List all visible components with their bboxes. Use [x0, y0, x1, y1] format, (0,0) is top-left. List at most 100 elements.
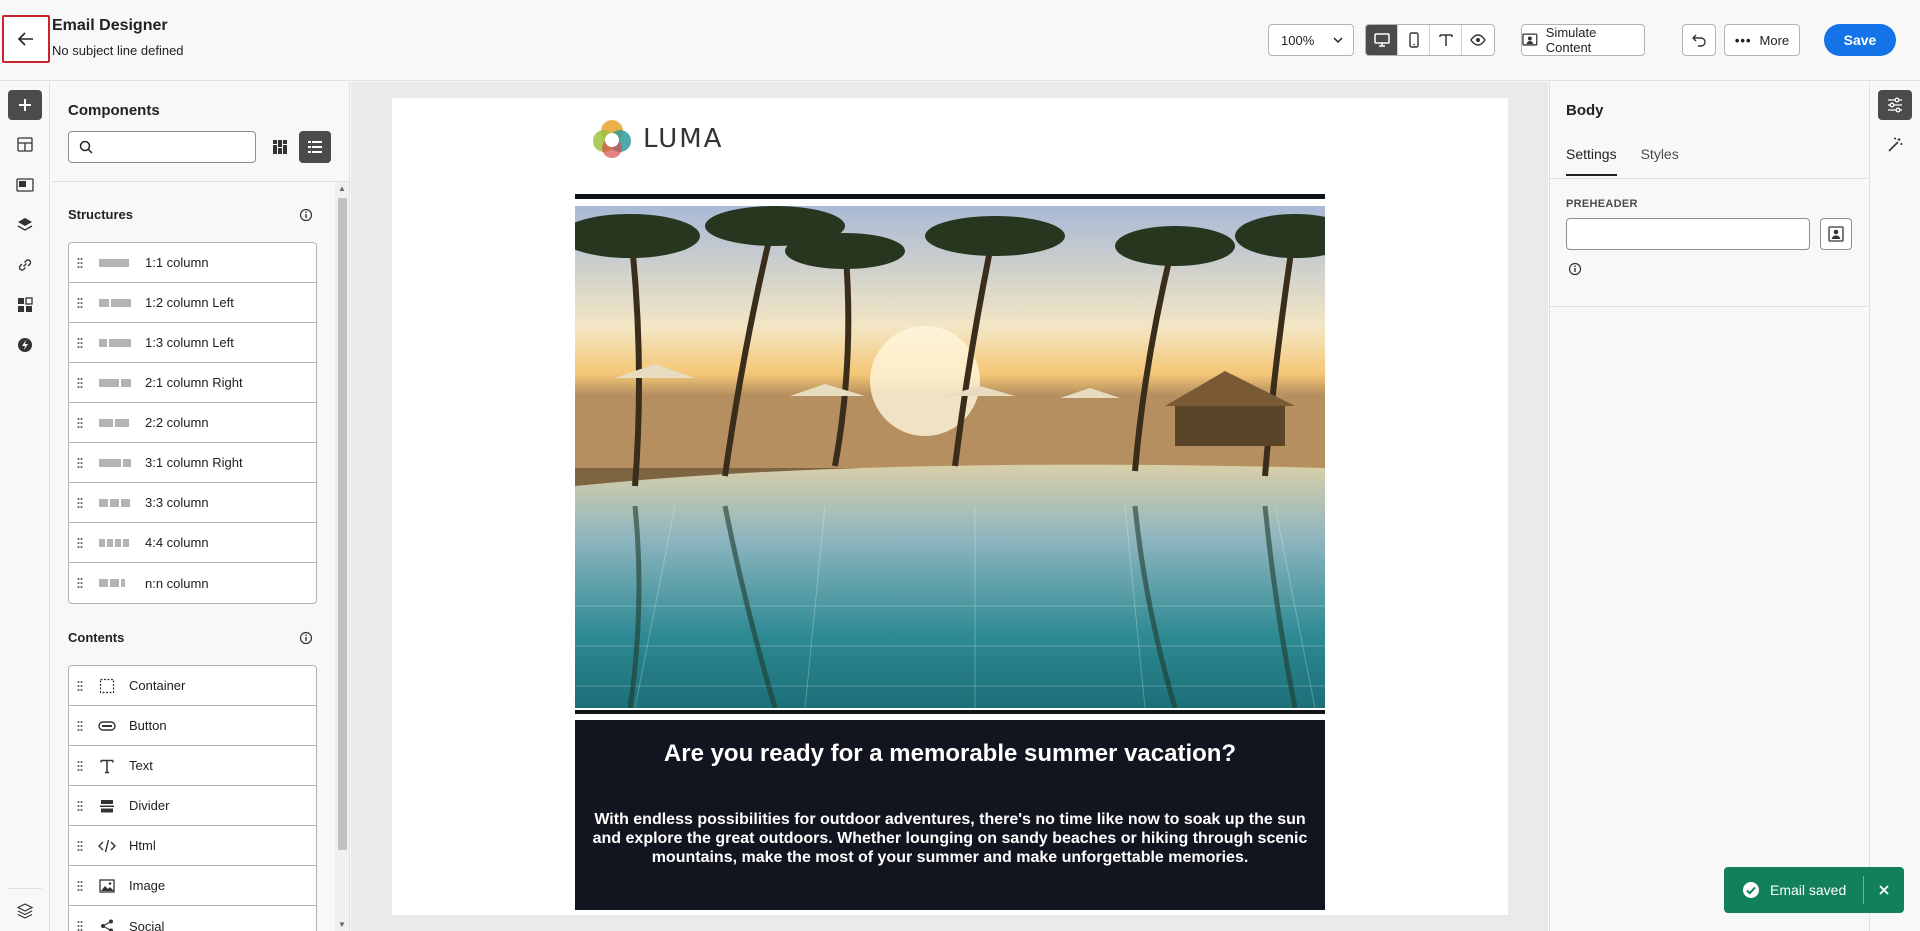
structure-item[interactable]: n:n column	[69, 563, 316, 603]
content-item[interactable]: Container	[69, 666, 316, 706]
left-rail	[0, 82, 50, 931]
components-panel: Components Structures 1:1 column 1:2 colu…	[51, 82, 350, 931]
scroll-down-arrow[interactable]: ▼	[338, 920, 346, 929]
zoom-select[interactable]: 100%	[1268, 24, 1354, 56]
drag-handle-icon[interactable]	[69, 840, 91, 852]
back-button[interactable]	[2, 15, 50, 63]
drag-handle-icon[interactable]	[69, 880, 91, 892]
sliders-icon	[1888, 97, 1902, 113]
assets-button[interactable]	[8, 170, 42, 200]
undo-button[interactable]	[1682, 24, 1716, 56]
fragments-button[interactable]	[8, 130, 42, 160]
checkmark-circle-icon	[1743, 882, 1759, 898]
drag-handle-icon[interactable]	[69, 760, 91, 772]
drag-handle-icon[interactable]	[69, 257, 91, 269]
email-body-text[interactable]: With endless possibilities for outdoor a…	[589, 810, 1311, 867]
more-button[interactable]: ••• More	[1724, 24, 1800, 56]
toast-close-button[interactable]	[1864, 884, 1904, 896]
structure-item[interactable]: 2:2 column	[69, 403, 316, 443]
structure-item[interactable]: 2:1 column Right	[69, 363, 316, 403]
info-icon[interactable]	[299, 208, 313, 222]
components-scrollbar[interactable]: ▲ ▼	[335, 182, 349, 931]
components-library-button[interactable]	[8, 290, 42, 320]
ai-assistant-button[interactable]	[1878, 130, 1912, 160]
structure-item[interactable]: 1:1 column	[69, 243, 316, 283]
layers-button[interactable]	[8, 210, 42, 240]
text-icon	[1438, 34, 1453, 46]
content-label: Html	[129, 838, 156, 853]
structure-item[interactable]: 4:4 column	[69, 523, 316, 563]
tab-settings[interactable]: Settings	[1566, 146, 1617, 176]
drag-handle-icon[interactable]	[69, 800, 91, 812]
structure-thumbnail	[99, 579, 135, 587]
drag-handle-icon[interactable]	[69, 297, 91, 309]
drag-handle-icon[interactable]	[69, 497, 91, 509]
structure-label: 4:4 column	[145, 535, 209, 550]
components-search-input[interactable]	[68, 131, 256, 163]
preheader-input[interactable]	[1566, 218, 1810, 250]
tab-styles[interactable]: Styles	[1641, 146, 1679, 176]
structure-item[interactable]: 3:1 column Right	[69, 443, 316, 483]
section-divider	[1550, 306, 1870, 307]
drag-handle-icon[interactable]	[69, 377, 91, 389]
info-icon[interactable]	[1568, 262, 1582, 276]
fragments-icon	[17, 137, 33, 152]
text-icon	[97, 756, 117, 776]
link-icon	[18, 259, 32, 271]
info-icon[interactable]	[299, 631, 313, 645]
text-view-button[interactable]	[1430, 25, 1462, 55]
tabs-divider	[1550, 178, 1870, 179]
structure-thumbnail	[99, 258, 135, 267]
social-icon	[97, 916, 117, 931]
hero-image[interactable]	[575, 206, 1325, 708]
navigation-tree-button[interactable]	[8, 896, 42, 926]
drag-handle-icon[interactable]	[69, 720, 91, 732]
simulate-content-button[interactable]: Simulate Content	[1521, 24, 1645, 56]
drag-handle-icon[interactable]	[69, 337, 91, 349]
properties-tabs: Settings Styles	[1566, 146, 1679, 176]
structure-thumbnail	[99, 298, 135, 307]
promo-text-block[interactable]: Are you ready for a memorable summer vac…	[575, 720, 1325, 910]
drag-handle-icon[interactable]	[69, 577, 91, 589]
mobile-view-button[interactable]	[1398, 25, 1430, 55]
grid-icon	[18, 297, 33, 312]
structure-item[interactable]: 1:2 column Left	[69, 283, 316, 323]
drag-handle-icon[interactable]	[69, 417, 91, 429]
drag-handle-icon[interactable]	[69, 680, 91, 692]
content-item[interactable]: Divider	[69, 786, 316, 826]
content-item[interactable]: Image	[69, 866, 316, 906]
structures-title: Structures	[68, 207, 134, 222]
structure-item[interactable]: 3:3 column	[69, 483, 316, 523]
email-body[interactable]: LUMA Are you ready for a memorable summe…	[392, 98, 1508, 915]
drag-handle-icon[interactable]	[69, 920, 91, 931]
content-item[interactable]: Button	[69, 706, 316, 746]
personalization-button[interactable]	[1820, 218, 1852, 250]
desktop-view-button[interactable]	[1366, 25, 1398, 55]
drag-handle-icon[interactable]	[69, 537, 91, 549]
zoom-value: 100%	[1281, 32, 1315, 48]
content-label: Divider	[129, 798, 170, 813]
content-item[interactable]: Text	[69, 746, 316, 786]
preview-button[interactable]	[1462, 25, 1494, 55]
scrollbar-thumb[interactable]	[338, 198, 347, 850]
email-headline[interactable]: Are you ready for a memorable summer vac…	[575, 740, 1325, 768]
drag-handle-icon[interactable]	[69, 457, 91, 469]
save-button[interactable]: Save	[1824, 24, 1896, 56]
dynamic-content-button[interactable]	[8, 330, 42, 360]
grid-view-button[interactable]	[264, 131, 296, 163]
add-components-button[interactable]	[8, 90, 42, 120]
luma-logo[interactable]: LUMA	[591, 118, 723, 160]
structure-label: 3:1 column Right	[145, 455, 243, 470]
arrow-left-icon	[17, 32, 33, 46]
links-button[interactable]	[8, 250, 42, 280]
structure-item[interactable]: 1:3 column Left	[69, 323, 316, 363]
list-view-button[interactable]	[299, 131, 331, 163]
properties-toggle-button[interactable]	[1878, 90, 1912, 120]
mobile-icon	[1408, 32, 1419, 48]
scroll-up-arrow[interactable]: ▲	[338, 184, 346, 193]
preheader-label: PREHEADER	[1566, 198, 1638, 210]
content-item[interactable]: Html	[69, 826, 316, 866]
content-item[interactable]: Social	[69, 906, 316, 931]
structure-thumbnail	[99, 418, 135, 427]
html-icon	[97, 836, 117, 856]
